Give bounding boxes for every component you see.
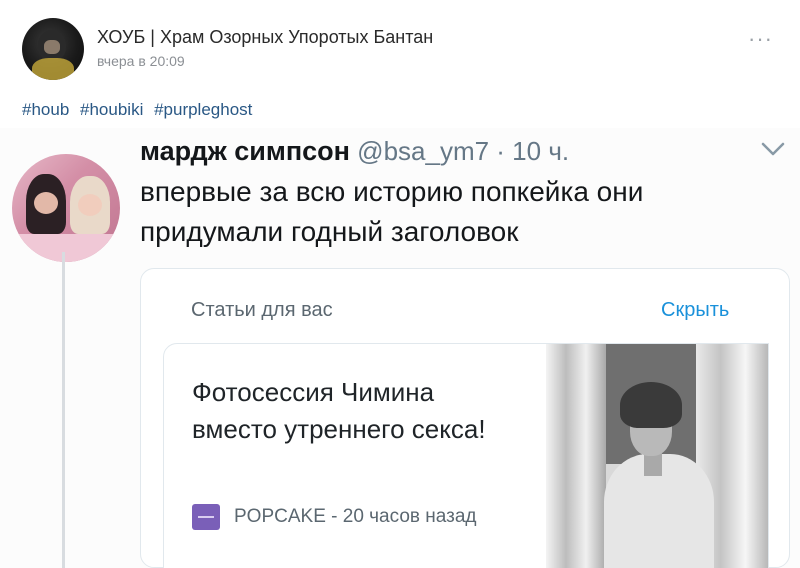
attached-tweet-image[interactable]: мардж симпсон @bsa_ym7 · 10 ч. впервые з… xyxy=(0,128,800,568)
article-title: Фотосессия Чимина вместо утреннего секса… xyxy=(192,377,486,444)
popcake-logo-icon xyxy=(192,504,220,530)
hashtag-link[interactable]: #houbiki xyxy=(80,100,143,119)
photo-person-hair xyxy=(620,382,682,428)
avatar-face-left xyxy=(34,192,58,214)
hashtag-link[interactable]: #purpleghost xyxy=(154,100,252,119)
tweet-author-line: мардж симпсон @bsa_ym7 · 10 ч. xyxy=(140,136,569,167)
article-preview: Фотосессия Чимина вместо утреннего секса… xyxy=(163,343,769,568)
tweet-author-avatar xyxy=(12,154,120,262)
avatar-bg-shape xyxy=(12,234,120,262)
article-source: POPCAKE - 20 часов назад xyxy=(192,504,477,530)
article-photo xyxy=(546,344,768,568)
avatar-face-shape xyxy=(44,40,60,54)
community-avatar[interactable] xyxy=(22,18,84,80)
hashtag-list: #houb #houbiki #purpleghost xyxy=(22,100,258,120)
hashtag-link[interactable]: #houb xyxy=(22,100,69,119)
tweet-display-name: мардж симпсон xyxy=(140,136,350,166)
more-dots-icon[interactable]: ··· xyxy=(748,26,773,52)
post-timestamp[interactable]: вчера в 20:09 xyxy=(97,53,185,69)
thread-line xyxy=(62,252,65,568)
avatar-jacket-shape xyxy=(32,58,74,80)
chevron-down-icon xyxy=(761,142,785,156)
article-source-text: POPCAKE - 20 часов назад xyxy=(234,506,477,527)
avatar-face-right xyxy=(78,194,102,216)
community-name-link[interactable]: ХОУБ | Храм Озорных Упоротых Бантан xyxy=(97,27,433,48)
articles-card: Статьи для вас Скрыть Фотосессия Чимина … xyxy=(140,268,790,568)
photo-curtain-left xyxy=(546,344,606,568)
card-header: Статьи для вас xyxy=(191,299,333,321)
post-header: ХОУБ | Храм Озорных Упоротых Бантан вчер… xyxy=(0,0,800,90)
tweet-text: впервые за всю историю попкейка они прид… xyxy=(140,176,644,247)
hide-link: Скрыть xyxy=(661,299,730,321)
tweet-handle-time: @bsa_ym7 · 10 ч. xyxy=(349,136,570,166)
